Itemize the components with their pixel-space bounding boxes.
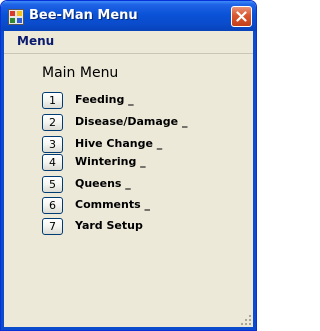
- yard-setup-label: Yard Setup: [75, 219, 143, 232]
- menu-item-feeding: 1 Feeding _: [42, 92, 232, 110]
- wintering-button[interactable]: 4: [42, 154, 63, 171]
- window-frame-left: [1, 31, 4, 330]
- hive-change-button[interactable]: 3: [42, 136, 63, 153]
- bee-man-menu-window: Bee-Man Menu Menu Main Menu 1 Feeding _ …: [0, 0, 257, 331]
- resize-grip-icon[interactable]: [240, 314, 252, 326]
- menu-item-wintering: 4 Wintering _: [42, 154, 232, 172]
- menu-item-hive-change: 3 Hive Change _: [42, 136, 232, 154]
- main-menu-title: Main Menu: [42, 65, 119, 81]
- window-title: Bee-Man Menu: [29, 8, 138, 23]
- queens-label: Queens _: [75, 177, 131, 190]
- disease-damage-button[interactable]: 2: [42, 114, 63, 131]
- menu-item-disease-damage: 2 Disease/Damage _: [42, 114, 232, 132]
- feeding-label: Feeding _: [75, 93, 134, 106]
- feeding-button[interactable]: 1: [42, 92, 63, 109]
- title-bar[interactable]: Bee-Man Menu: [1, 1, 256, 31]
- close-icon: [236, 11, 247, 22]
- app-window-icon: [8, 9, 24, 25]
- menu-item-comments: 6 Comments _: [42, 197, 232, 215]
- disease-damage-label: Disease/Damage _: [75, 115, 188, 128]
- queens-button[interactable]: 5: [42, 176, 63, 193]
- comments-label: Comments _: [75, 198, 150, 211]
- hive-change-label: Hive Change _: [75, 137, 163, 150]
- yard-setup-button[interactable]: 7: [42, 218, 63, 235]
- menu-item-yard-setup: 7 Yard Setup: [42, 218, 232, 236]
- close-button[interactable]: [231, 6, 252, 27]
- menu-item-queens: 5 Queens _: [42, 176, 232, 194]
- window-frame-right: [253, 31, 256, 330]
- window-frame-bottom: [1, 327, 256, 330]
- wintering-label: Wintering _: [75, 155, 146, 168]
- menu-menu[interactable]: Menu: [17, 34, 54, 48]
- comments-button[interactable]: 6: [42, 197, 63, 214]
- menu-bar: Menu: [4, 31, 253, 54]
